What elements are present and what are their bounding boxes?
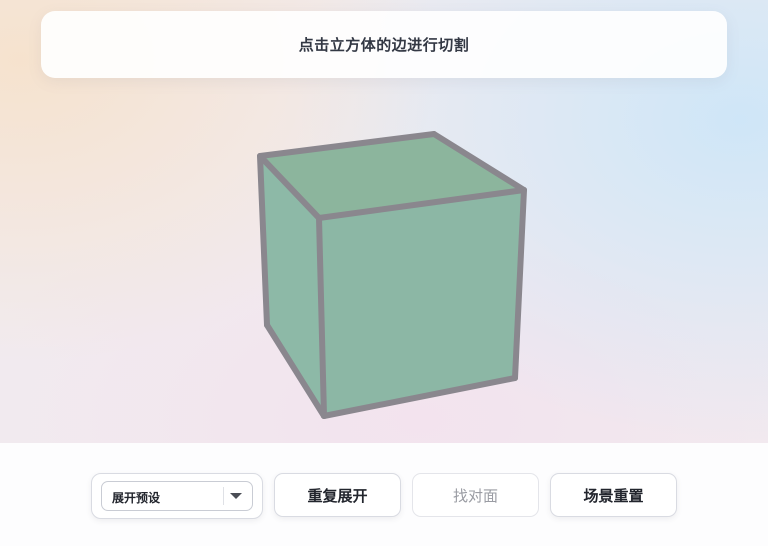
chevron-down-icon[interactable]	[230, 493, 242, 499]
control-panel: 展开预设 重复展开 找对面 场景重置	[0, 443, 768, 546]
instruction-banner: 点击立方体的边进行切割	[41, 11, 727, 78]
instruction-text: 点击立方体的边进行切割	[298, 36, 470, 54]
preset-select-container: 展开预设	[91, 473, 263, 519]
preset-select[interactable]: 展开预设	[101, 481, 253, 511]
reset-scene-button[interactable]: 场景重置	[550, 473, 677, 517]
repeat-unfold-button[interactable]: 重复展开	[274, 473, 401, 517]
preset-select-value: 展开预设	[112, 491, 161, 505]
select-divider	[223, 487, 224, 505]
find-opposite-button[interactable]: 找对面	[412, 473, 539, 517]
